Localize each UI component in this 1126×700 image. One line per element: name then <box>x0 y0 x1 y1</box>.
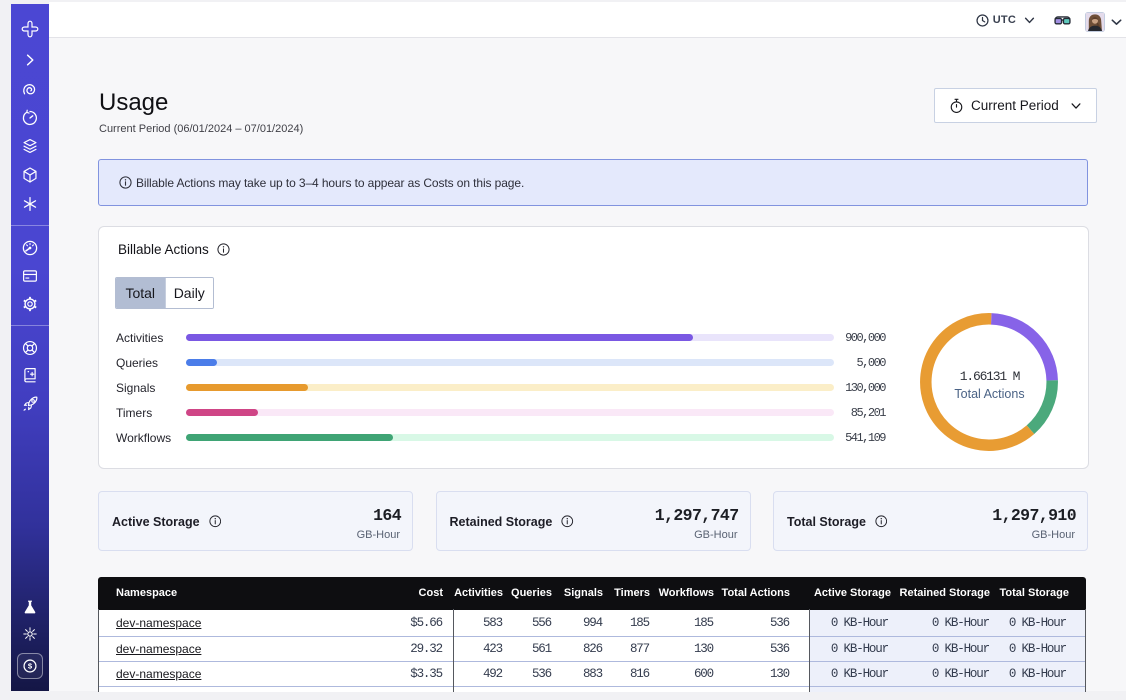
svg-text:$: $ <box>28 662 33 671</box>
